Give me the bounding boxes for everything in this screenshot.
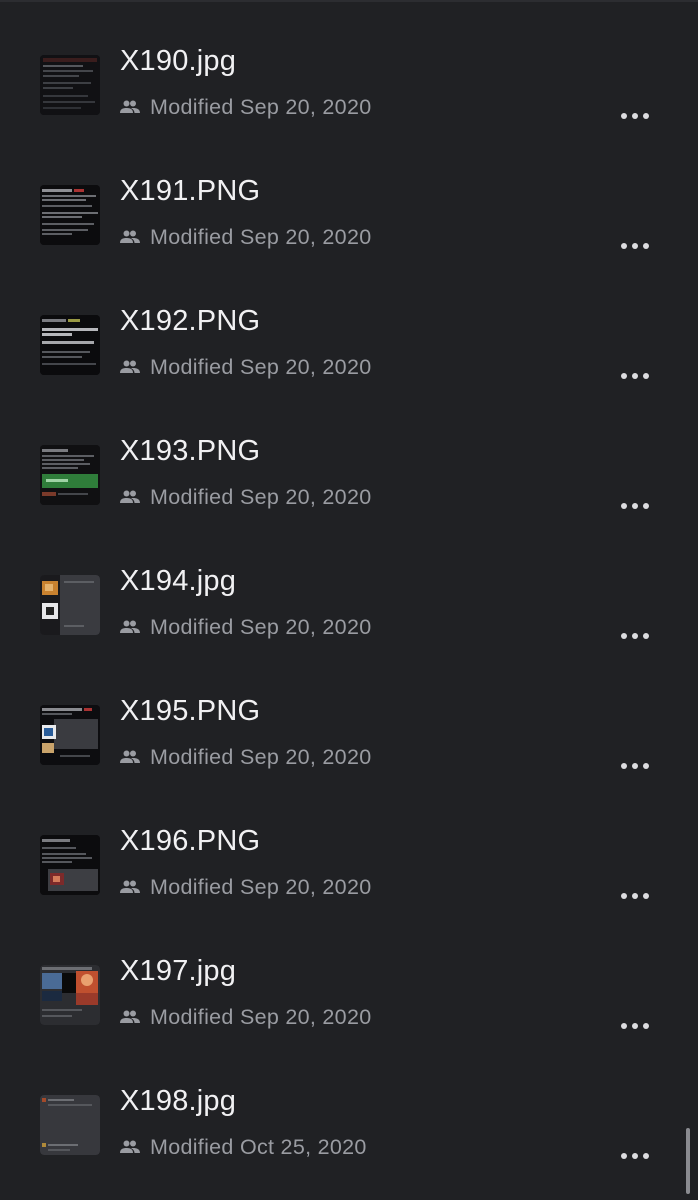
file-row[interactable]: X193.PNG Modified Sep 20, 2020 xyxy=(0,420,698,550)
modified-date: Modified Sep 20, 2020 xyxy=(150,1004,372,1029)
more-horizontal-icon xyxy=(621,243,627,249)
more-options-button[interactable] xyxy=(612,750,658,782)
file-name: X196.PNG xyxy=(120,825,261,857)
modified-date: Modified Sep 20, 2020 xyxy=(150,94,372,119)
more-horizontal-icon xyxy=(621,503,627,509)
file-thumbnail xyxy=(40,55,100,115)
file-name: X193.PNG xyxy=(120,435,261,467)
file-meta: Modified Sep 20, 2020 xyxy=(120,1002,371,1032)
file-thumbnail xyxy=(40,835,100,895)
file-thumbnail xyxy=(40,575,100,635)
file-name: X197.jpg xyxy=(120,955,237,987)
people-icon xyxy=(120,750,140,763)
file-meta: Modified Sep 20, 2020 xyxy=(120,222,371,252)
file-name: X194.jpg xyxy=(120,565,237,597)
people-icon xyxy=(120,880,140,893)
file-meta: Modified Sep 20, 2020 xyxy=(120,742,371,772)
people-icon xyxy=(120,100,140,113)
file-thumbnail xyxy=(40,445,100,505)
more-horizontal-icon xyxy=(621,893,627,899)
file-row[interactable]: X197.jpg Modified Sep 20, 2020 xyxy=(0,940,698,1070)
more-options-button[interactable] xyxy=(612,880,658,912)
more-options-button[interactable] xyxy=(612,620,658,652)
file-name: X191.PNG xyxy=(120,175,261,207)
more-options-button[interactable] xyxy=(612,100,658,132)
file-meta: Modified Oct 25, 2020 xyxy=(120,1132,367,1162)
file-meta: Modified Sep 20, 2020 xyxy=(120,92,371,122)
people-icon xyxy=(120,1140,140,1153)
file-name: X195.PNG xyxy=(120,695,261,727)
more-horizontal-icon xyxy=(621,1023,627,1029)
file-thumbnail xyxy=(40,185,100,245)
file-row[interactable]: X195.PNG Modified Sep 20, 2020 xyxy=(0,680,698,810)
file-name: X198.jpg xyxy=(120,1085,237,1117)
more-horizontal-icon xyxy=(621,1153,627,1159)
file-name: X192.PNG xyxy=(120,305,261,337)
vertical-scrollbar[interactable] xyxy=(686,1128,690,1194)
people-icon xyxy=(120,360,140,373)
more-options-button[interactable] xyxy=(612,490,658,522)
file-meta: Modified Sep 20, 2020 xyxy=(120,352,371,382)
more-horizontal-icon xyxy=(621,373,627,379)
file-row[interactable]: X191.PNG Modified Sep 20, 2020 xyxy=(0,160,698,290)
file-row[interactable]: X194.jpg Modified Sep 20, 2020 xyxy=(0,550,698,680)
modified-date: Modified Sep 20, 2020 xyxy=(150,744,372,769)
people-icon xyxy=(120,620,140,633)
file-meta: Modified Sep 20, 2020 xyxy=(120,482,371,512)
people-icon xyxy=(120,230,140,243)
more-options-button[interactable] xyxy=(612,1140,658,1172)
file-name: X190.jpg xyxy=(120,45,237,77)
file-row[interactable]: X190.jpg Modified Sep 20, 2020 xyxy=(0,30,698,160)
file-meta: Modified Sep 20, 2020 xyxy=(120,612,371,642)
modified-date: Modified Sep 20, 2020 xyxy=(150,614,372,639)
more-horizontal-icon xyxy=(621,633,627,639)
modified-date: Modified Sep 20, 2020 xyxy=(150,874,372,899)
modified-date: Modified Oct 25, 2020 xyxy=(150,1134,367,1159)
file-meta: Modified Sep 20, 2020 xyxy=(120,872,371,902)
top-divider xyxy=(0,0,698,2)
modified-date: Modified Sep 20, 2020 xyxy=(150,484,372,509)
people-icon xyxy=(120,490,140,503)
more-options-button[interactable] xyxy=(612,360,658,392)
more-horizontal-icon xyxy=(621,113,627,119)
file-browser-screen: X190.jpg Modified Sep 20, 2020 X191.PNG … xyxy=(0,0,698,1200)
more-options-button[interactable] xyxy=(612,1010,658,1042)
file-thumbnail xyxy=(40,315,100,375)
file-thumbnail xyxy=(40,1095,100,1155)
modified-date: Modified Sep 20, 2020 xyxy=(150,224,372,249)
modified-date: Modified Sep 20, 2020 xyxy=(150,354,372,379)
file-thumbnail xyxy=(40,705,100,765)
people-icon xyxy=(120,1010,140,1023)
more-horizontal-icon xyxy=(621,763,627,769)
file-row[interactable]: X192.PNG Modified Sep 20, 2020 xyxy=(0,290,698,420)
file-row[interactable]: X198.jpg Modified Oct 25, 2020 xyxy=(0,1070,698,1200)
file-thumbnail xyxy=(40,965,100,1025)
file-row[interactable]: X196.PNG Modified Sep 20, 2020 xyxy=(0,810,698,940)
more-options-button[interactable] xyxy=(612,230,658,262)
